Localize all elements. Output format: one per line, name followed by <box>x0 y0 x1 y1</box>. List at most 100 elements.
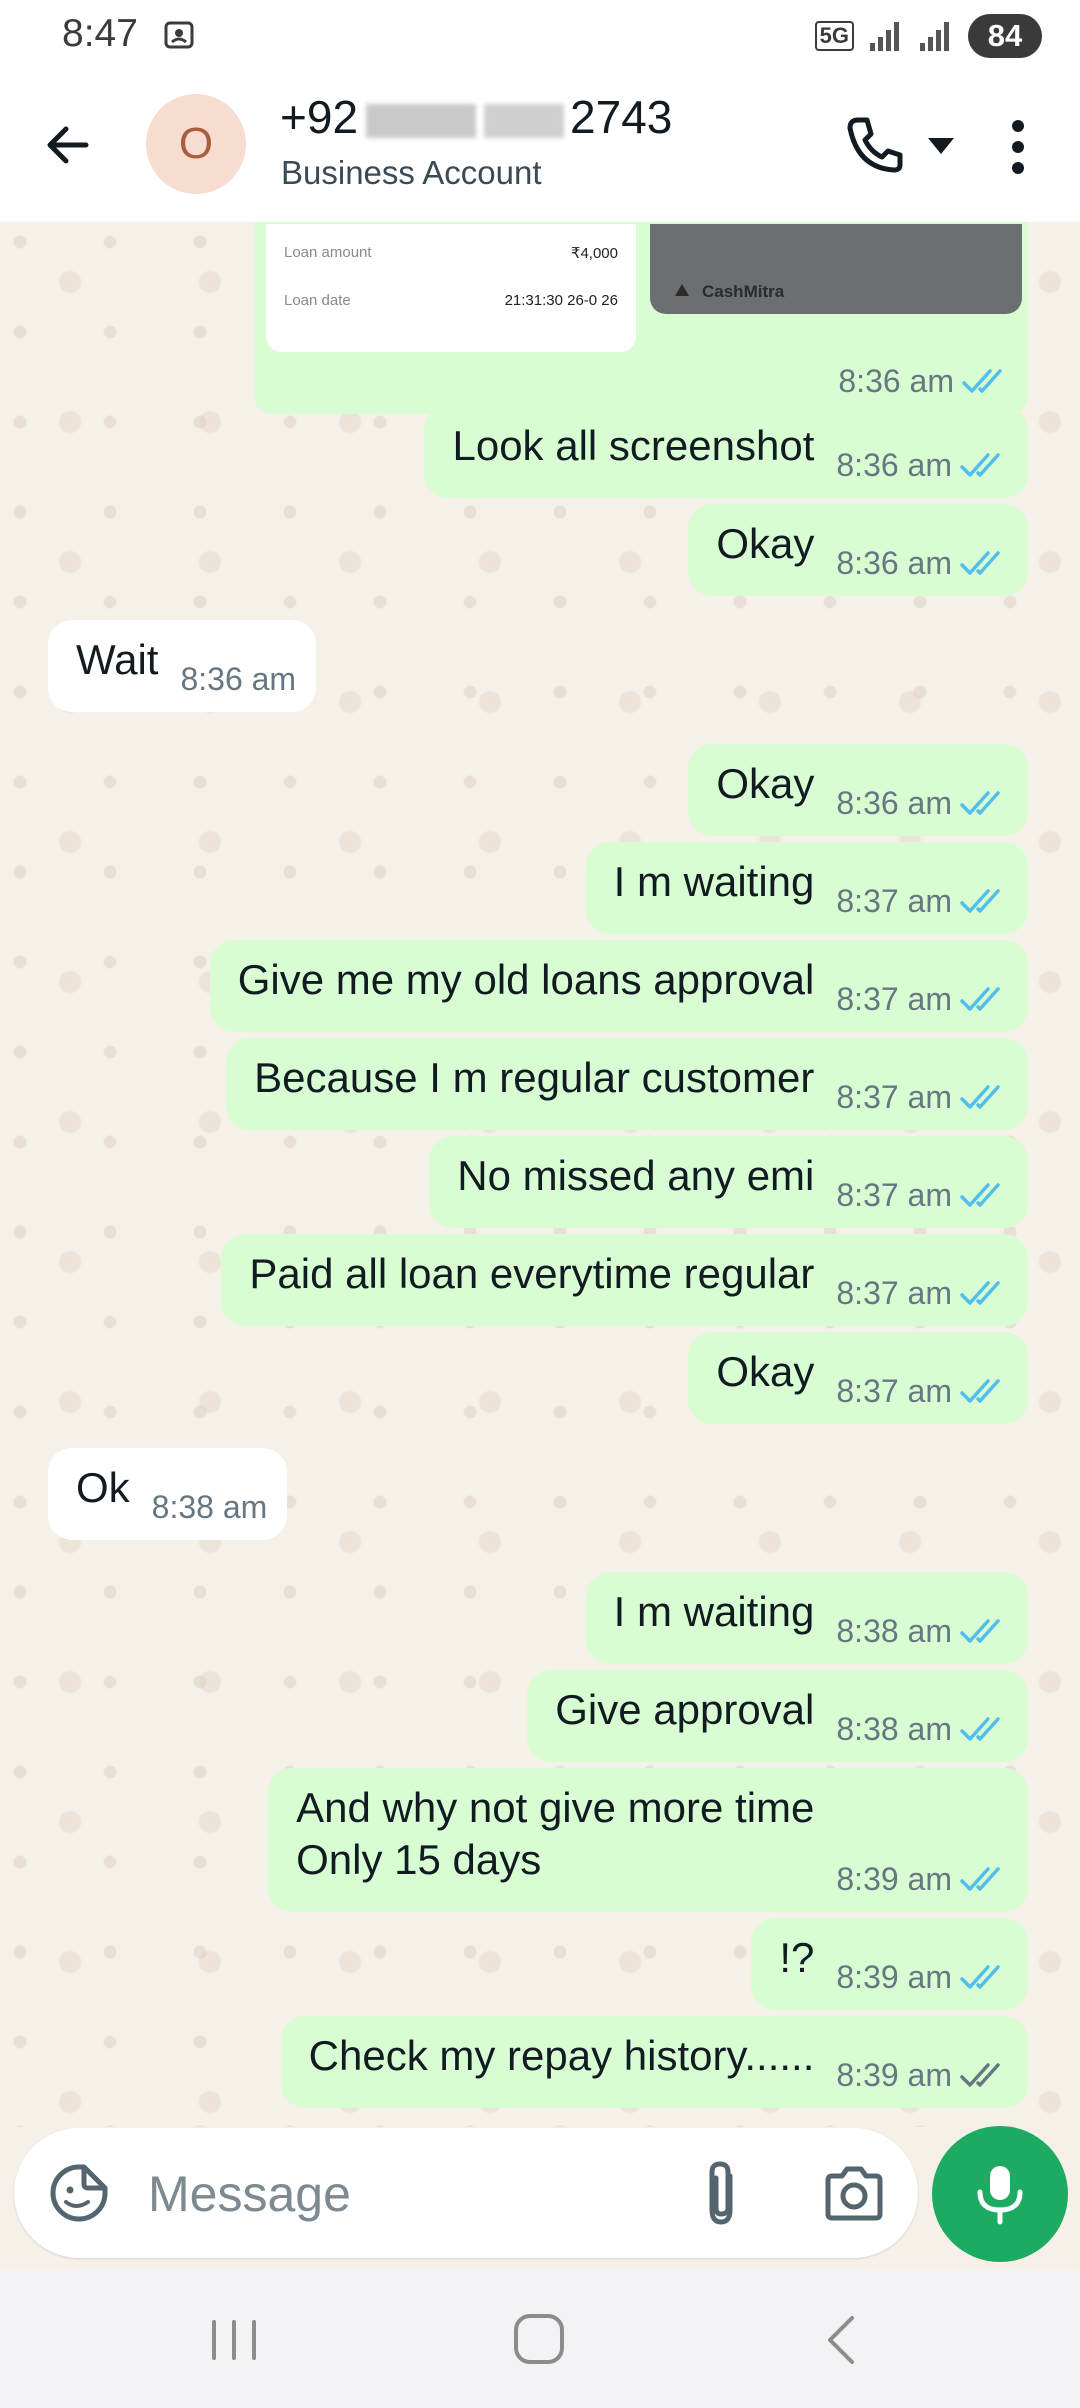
battery-indicator: 84 <box>968 14 1042 58</box>
message-meta: 8:37 am <box>836 883 1008 934</box>
message-meta: 8:37 am <box>836 1079 1008 1130</box>
outgoing-message[interactable]: Give me my old loans approval 8:37 am <box>209 940 1028 1032</box>
loan-screenshot-image[interactable]: Loan amount ₹4,000 Loan date 21:31:30 26… <box>266 224 636 352</box>
loan-date-value: 21:31:30 26-0 26 <box>504 292 618 309</box>
message-time: 8:39 am <box>836 2057 952 2093</box>
cashmitra-brand: CashMitra <box>702 282 785 301</box>
message-time: 8:37 am <box>836 1177 952 1213</box>
message-text: Wait <box>76 636 159 683</box>
back-arrow-icon[interactable] <box>36 112 102 178</box>
outgoing-message[interactable]: Okay 8:37 am <box>688 1332 1028 1424</box>
image-message-bubble[interactable]: Loan amount ₹4,000 Loan date 21:31:30 26… <box>254 222 1028 414</box>
message-meta: 8:38 am <box>152 1489 268 1540</box>
outgoing-message[interactable]: Because I m regular customer 8:37 am <box>226 1038 1028 1130</box>
message-meta: 8:37 am <box>836 1275 1008 1326</box>
message-time: 8:37 am <box>836 1373 952 1409</box>
signal-icon-2 <box>920 22 949 51</box>
double-check-read-icon <box>960 550 1000 575</box>
message-meta: 8:37 am <box>836 1177 1008 1228</box>
message-text: No missed any emi <box>457 1152 815 1199</box>
double-check-read-icon <box>960 1716 1000 1741</box>
message-text: Ok <box>76 1464 130 1511</box>
message-meta: 8:36 am <box>838 363 1010 400</box>
voice-message-button[interactable] <box>932 2126 1068 2262</box>
incoming-message[interactable]: Wait 8:36 am <box>48 620 317 712</box>
double-check-read-icon <box>960 1280 1000 1305</box>
signal-icon <box>870 22 899 51</box>
double-check-read-icon <box>960 1182 1000 1207</box>
message-text: I m waiting <box>613 1588 815 1635</box>
message-text: Paid all loan everytime regular <box>249 1250 815 1297</box>
incoming-message[interactable]: Ok 8:38 am <box>48 1448 288 1540</box>
message-time: 8:38 am <box>151 1489 268 1525</box>
redacted-digits <box>366 103 477 138</box>
double-check-read-icon <box>960 1866 1000 1891</box>
message-time: 8:37 am <box>836 1275 952 1311</box>
status-indicators: 5G 84 <box>814 12 1042 60</box>
loan-amount-label: Loan amount <box>284 244 372 261</box>
outgoing-message[interactable]: No missed any emi 8:37 am <box>429 1136 1028 1228</box>
double-check-read-icon <box>960 888 1000 913</box>
recent-apps-icon[interactable] <box>206 2312 262 2368</box>
outgoing-message[interactable]: Look all screenshot 8:36 am <box>424 406 1028 498</box>
outgoing-message[interactable]: Paid all loan everytime regular 8:37 am <box>221 1234 1028 1326</box>
message-meta: 8:36 am <box>836 447 1008 498</box>
chat-header: O +92 2743 Business Account <box>0 72 1080 223</box>
outgoing-message[interactable]: Okay 8:36 am <box>688 744 1028 836</box>
message-meta: 8:38 am <box>836 1711 1008 1762</box>
home-icon[interactable] <box>510 2310 568 2368</box>
emoji-sticker-icon[interactable] <box>48 2162 110 2224</box>
message-meta: 8:36 am <box>836 785 1008 836</box>
double-check-delivered-icon <box>960 2062 1000 2087</box>
message-meta: 8:37 am <box>836 981 1008 1032</box>
back-nav-icon[interactable] <box>820 2312 860 2368</box>
status-time: 8:47 <box>62 12 138 55</box>
double-check-read-icon <box>960 986 1000 1011</box>
screen-record-icon <box>164 21 194 49</box>
camera-icon[interactable] <box>822 2162 886 2224</box>
microphone-icon <box>977 2166 1023 2225</box>
message-text: Okay <box>716 520 815 567</box>
chat-messages[interactable]: Loan amount ₹4,000 Loan date 21:31:30 26… <box>0 222 1080 2127</box>
voice-call-icon[interactable] <box>838 110 910 182</box>
double-check-read-icon <box>962 368 1002 393</box>
outgoing-message[interactable]: I m waiting 8:38 am <box>585 1572 1028 1664</box>
message-time: 8:37 am <box>836 883 952 919</box>
chevron-down-icon[interactable] <box>924 132 958 160</box>
outgoing-message[interactable]: Okay 8:36 am <box>688 504 1028 596</box>
outgoing-message[interactable]: I m waiting 8:37 am <box>585 842 1028 934</box>
message-time: 8:37 am <box>836 981 952 1017</box>
message-meta: 8:39 am <box>836 1959 1008 2010</box>
double-check-read-icon <box>960 1964 1000 1989</box>
status-bar: 8:47 5G 84 <box>0 0 1080 72</box>
contact-name-suffix: 2743 <box>570 91 673 143</box>
double-check-read-icon <box>960 452 1000 477</box>
message-time: 8:37 am <box>836 1079 952 1115</box>
message-time: 8:36 am <box>836 447 952 483</box>
loan-amount-value: ₹4,000 <box>570 245 618 262</box>
message-time: 8:39 am <box>836 1861 952 1897</box>
message-input[interactable] <box>146 2158 650 2230</box>
message-time: 8:36 am <box>836 545 952 581</box>
more-options-icon[interactable] <box>1000 114 1036 180</box>
system-navigation-bar <box>0 2270 1080 2408</box>
double-check-read-icon <box>960 1618 1000 1643</box>
attach-paperclip-icon[interactable] <box>692 2158 750 2230</box>
cashmitra-logo-icon <box>675 284 689 296</box>
outgoing-message[interactable]: Give approval 8:38 am <box>527 1670 1028 1762</box>
contact-name[interactable]: +92 2743 <box>280 90 672 144</box>
message-text: Look all screenshot <box>452 422 815 469</box>
outgoing-message[interactable]: !? 8:39 am <box>751 1918 1028 2010</box>
message-meta: 8:38 am <box>836 1613 1008 1664</box>
network-5g-icon: 5G <box>814 21 854 51</box>
double-check-read-icon <box>960 1378 1000 1403</box>
message-composer <box>14 2128 918 2258</box>
message-text: Okay <box>716 760 815 807</box>
message-meta: 8:37 am <box>836 1373 1008 1424</box>
outgoing-message[interactable]: And why not give more time Only 15 days 8… <box>268 1768 1028 1912</box>
cashmitra-screenshot-image[interactable]: CashMitra <box>650 224 1022 314</box>
outgoing-message[interactable]: Check my repay history...... 8:39 am <box>280 2016 1028 2108</box>
message-time: 8:36 am <box>180 661 297 697</box>
contact-subtitle[interactable]: Business Account <box>281 154 542 192</box>
avatar[interactable]: O <box>146 94 246 194</box>
